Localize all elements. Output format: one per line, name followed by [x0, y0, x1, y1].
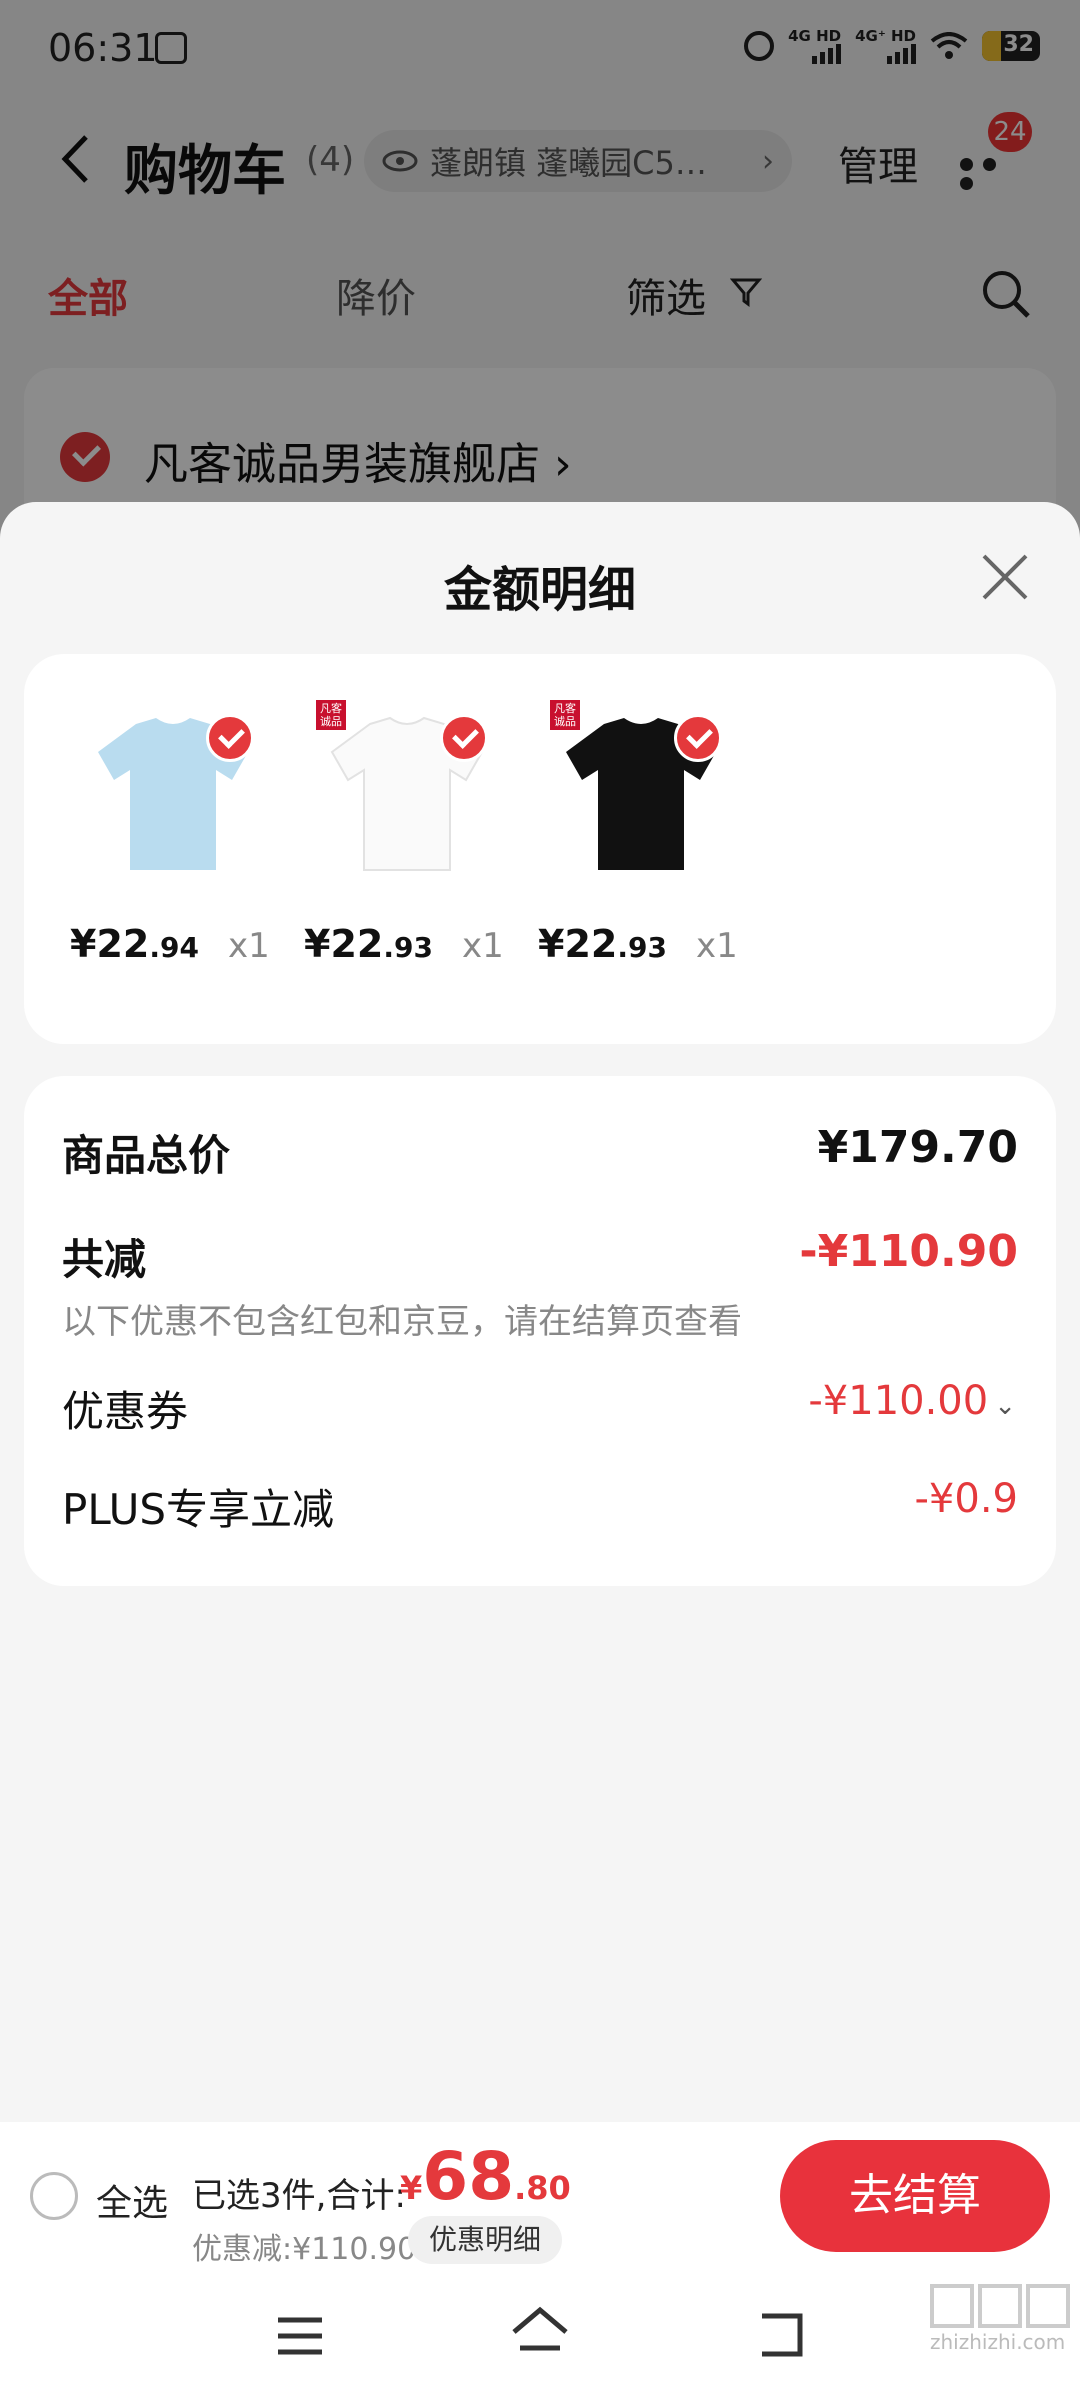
- checkout-button[interactable]: 去结算: [780, 2140, 1050, 2252]
- total-reduction-value: -¥110.90: [799, 1226, 1018, 1277]
- product-checkbox[interactable]: [206, 714, 254, 762]
- product-checkbox[interactable]: [440, 714, 488, 762]
- checkout-bar: 全选 已选3件,合计: ¥68.80 优惠减:¥110.90 优惠明细 去结算: [0, 2122, 1080, 2272]
- product-price: ¥22.94: [70, 922, 199, 966]
- total-reduction-label: 共减: [62, 1235, 147, 1284]
- chevron-down-icon: ⌄: [994, 1391, 1016, 1421]
- brand-logo: 凡客诚品: [316, 700, 346, 730]
- product-list: ¥22.94 x1 凡客诚品 ¥22.93 x1 凡客诚品 ¥22.93 x1: [24, 654, 1056, 1044]
- select-all-label[interactable]: 全选: [96, 2174, 168, 2226]
- coupon-label: 优惠券: [62, 1387, 189, 1436]
- product-quantity: x1: [462, 926, 504, 966]
- brand-logo: 凡客诚品: [550, 700, 580, 730]
- sheet-title: 金额明细: [443, 562, 636, 618]
- back-icon[interactable]: [756, 2310, 806, 2360]
- product-price: ¥22.93: [304, 922, 433, 966]
- home-icon[interactable]: [510, 2306, 570, 2362]
- selected-summary: 已选3件,合计:: [192, 2176, 406, 2216]
- plus-discount-label: PLUS专享立减: [62, 1485, 335, 1534]
- system-navigation-bar: zhizhizhi.com: [0, 2272, 1080, 2400]
- product-item[interactable]: 凡客诚品 ¥22.93 x1: [304, 700, 532, 1000]
- menu-icon[interactable]: [276, 2316, 324, 2356]
- reduction-note: 以下优惠不包含红包和京豆，请在结算页查看: [62, 1302, 742, 1342]
- product-checkbox[interactable]: [674, 714, 722, 762]
- coupon-value: -¥110.00: [808, 1378, 989, 1424]
- product-quantity: x1: [228, 926, 270, 966]
- price-summary: 商品总价 ¥179.70 共减 -¥110.90 以下优惠不包含红包和京豆，请在…: [24, 1076, 1056, 1586]
- total-price-label: 商品总价: [62, 1131, 231, 1180]
- discount-amount: 优惠减:¥110.90: [192, 2232, 417, 2267]
- plus-discount-value: -¥0.9: [914, 1476, 1019, 1522]
- product-quantity: x1: [696, 926, 738, 966]
- close-icon[interactable]: [980, 552, 1030, 602]
- discount-detail-button[interactable]: 优惠明细: [408, 2216, 562, 2264]
- total-amount: ¥68.80: [400, 2138, 571, 2215]
- coupon-row[interactable]: -¥110.00 ⌄: [808, 1378, 1016, 1424]
- product-price: ¥22.93: [538, 922, 667, 966]
- price-detail-sheet: 金额明细 ¥22.94 x1 凡客诚品 ¥22.93 x1 凡客诚品 ¥22.9…: [0, 502, 1080, 2122]
- total-price-value: ¥179.70: [817, 1122, 1018, 1173]
- product-item[interactable]: 凡客诚品 ¥22.93 x1: [538, 700, 766, 1000]
- select-all-checkbox[interactable]: [30, 2172, 78, 2220]
- watermark-logo: [930, 2284, 1070, 2328]
- watermark-text: zhizhizhi.com: [930, 2330, 1066, 2354]
- product-item[interactable]: ¥22.94 x1: [70, 700, 298, 1000]
